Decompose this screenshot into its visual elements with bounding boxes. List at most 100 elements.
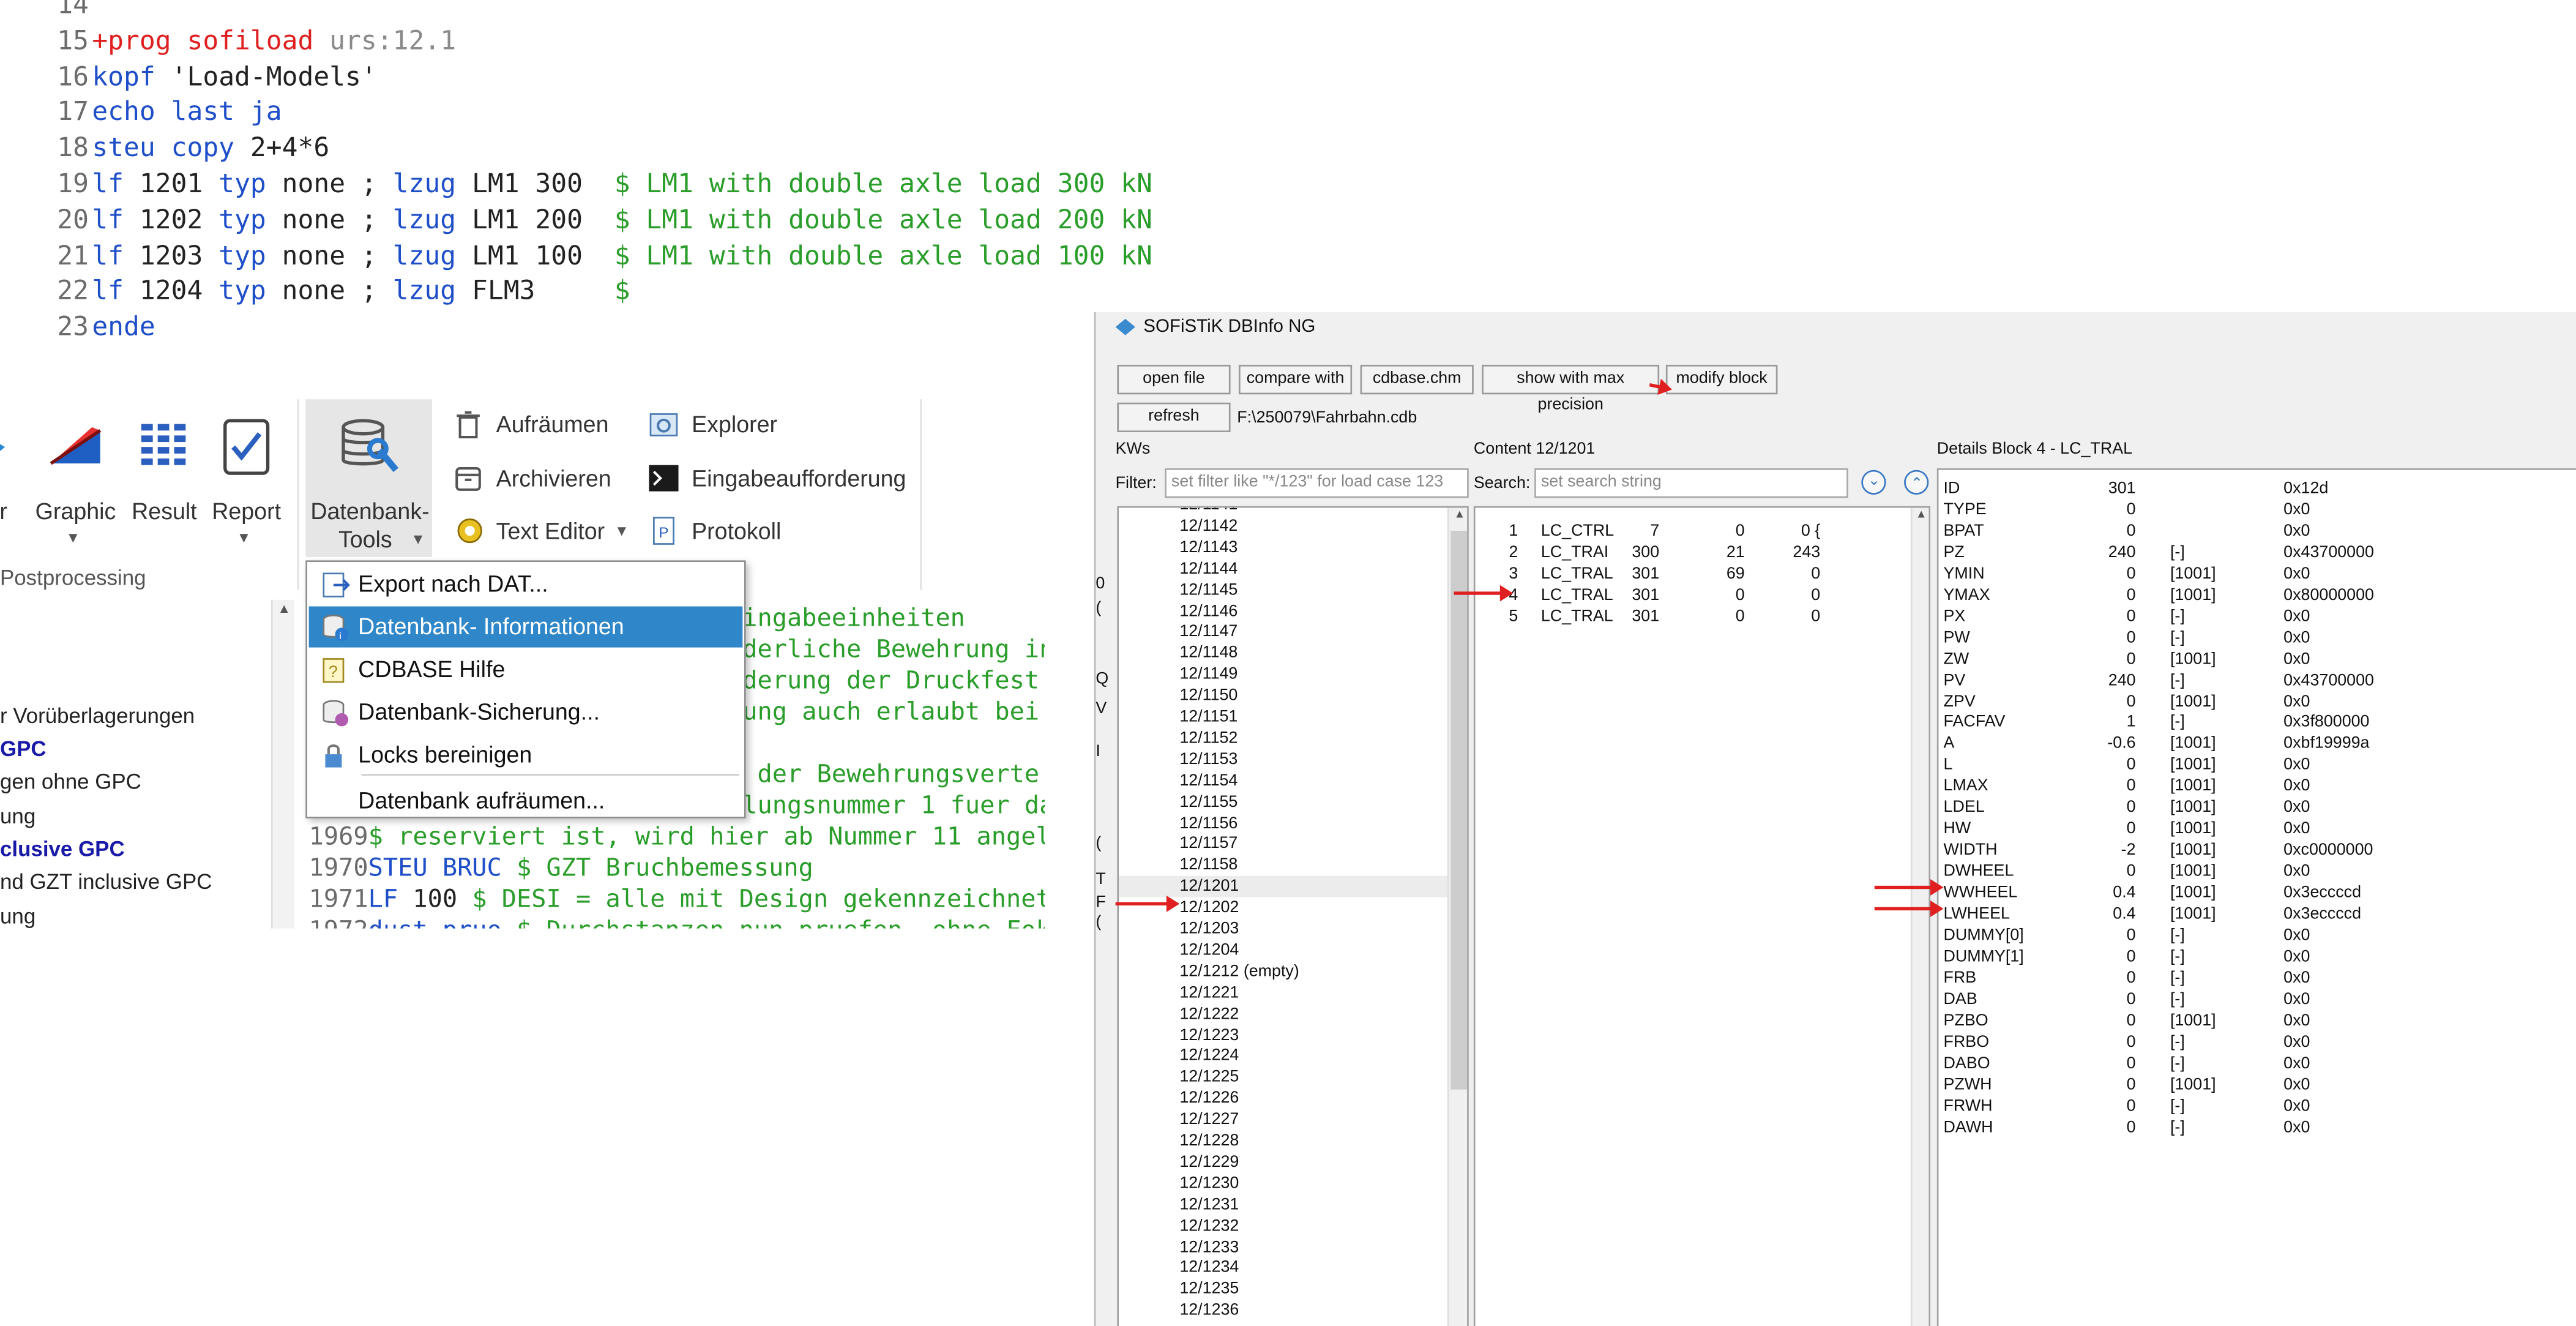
- datenbank-tools-button[interactable]: Datenbank- Tools ▼: [305, 399, 432, 557]
- kw-item[interactable]: 12/1146: [1179, 601, 1238, 622]
- show-max-precision-button[interactable]: show with max precision: [1482, 364, 1660, 414]
- tree-item[interactable]: clusive GPC: [0, 833, 125, 866]
- tree-scrollbar[interactable]: ▲: [271, 599, 294, 929]
- search-next-button[interactable]: ⌄: [1861, 470, 1886, 495]
- kw-item[interactable]: 12/1156: [1179, 812, 1238, 834]
- details-block[interactable]: ID 301 0x12d TYPE 0 0x0 BPAT 0 0x0 PZ 240 [-] 0x4370…: [1936, 468, 2576, 1326]
- tree-item[interactable]: nd GZT inclusive GPC: [0, 866, 212, 899]
- viewer-button[interactable]: er: [0, 421, 23, 524]
- protokoll-button[interactable]: P Protokoll: [649, 514, 911, 547]
- kw-item[interactable]: 12/1226: [1179, 1088, 1239, 1110]
- menu-item-datenbank-sicherung[interactable]: Datenbank-Sicherung...: [309, 692, 743, 733]
- content-cell[interactable]: LC_TRAI: [1541, 542, 1608, 564]
- text-editor-button[interactable]: Text Editor ▼: [454, 514, 634, 547]
- kw-item[interactable]: 12/1230: [1179, 1173, 1239, 1194]
- kw-item[interactable]: 12/1228: [1179, 1131, 1239, 1152]
- content-cell[interactable]: 3: [1505, 564, 1518, 585]
- kw-item[interactable]: 12/1152: [1179, 728, 1238, 749]
- result-button[interactable]: Result: [128, 414, 200, 552]
- search-prev-button[interactable]: ⌃: [1904, 470, 1929, 495]
- content-cell[interactable]: LC_TRAL: [1541, 585, 1613, 607]
- kw-item[interactable]: 12/1212 (empty): [1179, 961, 1299, 983]
- content-cell[interactable]: 301: [1607, 585, 1659, 607]
- tree-item[interactable]: ung: [0, 901, 35, 934]
- kw-item[interactable]: 12/1221: [1179, 982, 1239, 1003]
- kw-item[interactable]: 12/1235: [1179, 1279, 1239, 1300]
- content-cell[interactable]: 0: [1735, 564, 1820, 585]
- project-tree-partial[interactable]: r Vorüberlagerungen GPC gen ohne GPC ung clu…: [0, 600, 293, 929]
- tree-item[interactable]: GPC: [0, 733, 47, 766]
- kw-item[interactable]: 12/1201: [1119, 876, 1447, 898]
- content-cell[interactable]: LC_TRAL: [1541, 564, 1613, 585]
- kw-item[interactable]: 12/1229: [1179, 1152, 1239, 1173]
- modify-block-button[interactable]: modify block: [1665, 364, 1778, 395]
- menu-item-cdbase-hilfe[interactable]: ? CDBASE Hilfe: [309, 649, 743, 690]
- content-cell[interactable]: 7: [1607, 521, 1659, 542]
- kws-scroll-thumb[interactable]: [1450, 531, 1468, 1090]
- aufraeumen-button[interactable]: Aufräumen: [454, 408, 634, 441]
- kw-item[interactable]: 12/1204: [1179, 940, 1239, 961]
- archivieren-button[interactable]: Archivieren: [454, 462, 634, 495]
- content-cell[interactable]: 5: [1505, 607, 1518, 628]
- report-button[interactable]: Report ▼: [207, 414, 286, 552]
- content-cell[interactable]: 301: [1607, 607, 1659, 628]
- kw-item[interactable]: 12/1232: [1179, 1215, 1239, 1237]
- kw-item[interactable]: 12/1203: [1179, 919, 1239, 940]
- kw-item[interactable]: 12/1236: [1179, 1300, 1239, 1322]
- tree-item[interactable]: r Vorüberlagerungen: [0, 700, 195, 733]
- kw-item[interactable]: 12/1149: [1179, 664, 1238, 686]
- cdbase-chm-button[interactable]: cdbase.chm: [1360, 364, 1474, 395]
- content-cell[interactable]: 2: [1505, 542, 1518, 564]
- kw-item[interactable]: 12/1144: [1179, 558, 1238, 580]
- kw-item[interactable]: 12/1151: [1179, 706, 1238, 728]
- content-cell[interactable]: LC_TRAL: [1541, 607, 1613, 628]
- kw-item[interactable]: 12/1142: [1179, 516, 1238, 538]
- search-input[interactable]: set search string: [1534, 468, 1848, 498]
- eingabeaufforderung-button[interactable]: Eingabeaufforderung: [649, 462, 911, 495]
- content-cell[interactable]: 0: [1735, 607, 1820, 628]
- content-cell[interactable]: 300: [1607, 542, 1659, 564]
- compare-with-button[interactable]: compare with: [1238, 364, 1353, 395]
- kw-item[interactable]: 12/1143: [1179, 537, 1238, 558]
- filter-input[interactable]: set filter like "*/123" for load case 12…: [1165, 468, 1469, 498]
- content-cell[interactable]: LC_CTRL: [1541, 521, 1614, 542]
- code-editor-top[interactable]: 14 15 +prog sofiload urs:12.1 16 kopf 'Load-…: [0, 0, 1314, 345]
- kws-list[interactable]: 12/114112/114212/114312/114412/114512/11…: [1117, 506, 1469, 1326]
- kw-item[interactable]: 12/1223: [1179, 1025, 1239, 1046]
- kw-item[interactable]: 12/1222: [1179, 1003, 1239, 1025]
- kw-item[interactable]: 12/1227: [1179, 1109, 1239, 1131]
- kw-item[interactable]: 12/1231: [1179, 1194, 1239, 1216]
- kw-item[interactable]: 12/1224: [1179, 1046, 1239, 1067]
- kw-item[interactable]: 12/1158: [1179, 855, 1238, 877]
- open-file-button[interactable]: open file: [1117, 364, 1231, 395]
- content-cell[interactable]: 0: [1735, 585, 1820, 607]
- tree-item[interactable]: gen ohne GPC: [0, 766, 141, 799]
- kw-item[interactable]: 12/1225: [1179, 1067, 1239, 1088]
- kw-item[interactable]: 12/1153: [1179, 749, 1238, 770]
- graphic-button[interactable]: Graphic ▼: [33, 414, 119, 552]
- kw-item[interactable]: 12/1141: [1179, 508, 1238, 515]
- content-cell[interactable]: 0 {: [1735, 521, 1820, 542]
- refresh-button[interactable]: refresh: [1117, 402, 1231, 432]
- kw-item[interactable]: 12/1145: [1179, 579, 1238, 601]
- menu-item-datenbank-informationen[interactable]: i Datenbank- Informationen: [308, 606, 743, 648]
- tree-item[interactable]: ung: [0, 800, 35, 833]
- kw-item[interactable]: 12/1155: [1179, 792, 1238, 813]
- menu-item-export-dat[interactable]: Export nach DAT...: [309, 564, 743, 605]
- kw-item[interactable]: 12/1147: [1179, 622, 1238, 643]
- content-cell[interactable]: 301: [1607, 564, 1659, 585]
- menu-item-datenbank-aufraeumen[interactable]: Datenbank aufräumen...: [309, 781, 743, 822]
- kw-item[interactable]: 12/1148: [1179, 643, 1238, 664]
- kw-item[interactable]: 12/1150: [1179, 686, 1238, 707]
- content-list[interactable]: 1 LC_CTRL 7 0 0 {2 LC_TRAI 300 21 243 3 LC_TRAL 301…: [1473, 506, 1931, 1326]
- kw-item[interactable]: 12/1154: [1179, 770, 1238, 792]
- kw-item[interactable]: 12/1234: [1179, 1258, 1239, 1279]
- content-cell[interactable]: 243: [1735, 542, 1820, 564]
- menu-item-locks-bereinigen[interactable]: Locks bereinigen: [309, 735, 743, 776]
- kw-item[interactable]: 12/1157: [1179, 834, 1238, 855]
- content-cell[interactable]: 1: [1505, 521, 1518, 542]
- explorer-button[interactable]: Explorer: [649, 408, 911, 441]
- kw-item[interactable]: 12/1233: [1179, 1237, 1239, 1258]
- kws-scrollbar[interactable]: ▲: [1447, 508, 1468, 1326]
- kw-item[interactable]: 12/1202: [1179, 897, 1239, 919]
